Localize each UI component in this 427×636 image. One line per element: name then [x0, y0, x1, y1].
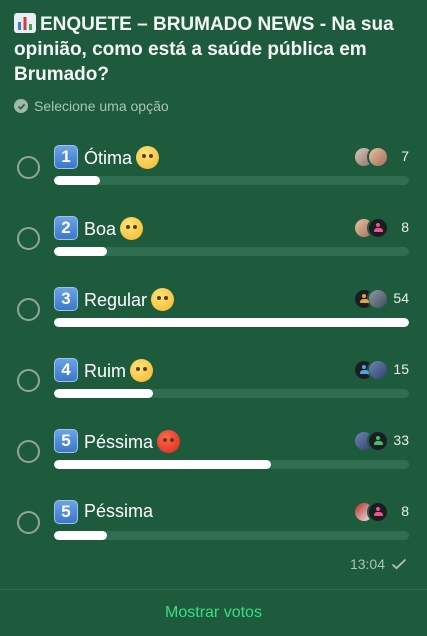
- show-votes-button[interactable]: Mostrar votos: [0, 604, 427, 622]
- keycap-4-icon: 4: [54, 358, 78, 382]
- vote-count: 15: [393, 361, 409, 377]
- option-label-text: Regular: [84, 290, 148, 310]
- option-label-text: Ruim: [84, 361, 127, 381]
- check-circle-icon: [14, 99, 28, 113]
- keycap-1-icon: 1: [54, 145, 78, 169]
- vote-bar: [54, 531, 409, 540]
- poll-option-4[interactable]: 4 Ruim 15: [0, 357, 427, 417]
- poll-question-text: ENQUETE – BRUMADO NEWS - Na sua opinião,…: [14, 14, 394, 85]
- poll-hint-text: Selecione uma opção: [34, 98, 169, 114]
- grin-emoji-icon: [120, 217, 144, 240]
- radio-button[interactable]: [17, 156, 40, 179]
- poll-option-3[interactable]: 3 Regular 54: [0, 286, 427, 346]
- option-label-text: Péssima: [84, 432, 154, 452]
- vote-count: 33: [393, 432, 409, 448]
- vote-bar-fill: [54, 460, 271, 469]
- vote-bar: [54, 247, 409, 256]
- avatar: [367, 288, 389, 310]
- voter-avatars[interactable]: [353, 430, 389, 454]
- option-label-text: Péssima: [84, 501, 154, 521]
- avatar: [367, 359, 389, 381]
- radio-button[interactable]: [17, 369, 40, 392]
- option-label: Regular: [84, 288, 175, 311]
- keycap-5-icon: 5: [54, 500, 78, 524]
- vote-count: 8: [401, 219, 409, 235]
- vote-bar: [54, 176, 409, 185]
- keycap-5-icon: 5: [54, 429, 78, 453]
- default-avatar-icon: [367, 501, 389, 523]
- option-label-text: Boa: [84, 219, 117, 239]
- joy-emoji-icon: [136, 146, 160, 169]
- radio-button[interactable]: [17, 227, 40, 250]
- poll-option-6[interactable]: 5 Péssima 8: [0, 499, 427, 559]
- divider: [0, 589, 427, 590]
- vote-count: 7: [401, 148, 409, 164]
- option-label: Ruim: [84, 359, 154, 382]
- radio-button[interactable]: [17, 440, 40, 463]
- option-label: Péssima: [84, 430, 181, 453]
- vote-bar: [54, 318, 409, 327]
- single-check-icon: [391, 558, 407, 570]
- bar-chart-icon: [14, 13, 36, 33]
- voter-avatars[interactable]: [353, 217, 389, 241]
- keycap-2-icon: 2: [54, 216, 78, 240]
- vote-bar-fill: [54, 531, 108, 540]
- vote-count: 54: [393, 290, 409, 306]
- radio-button[interactable]: [17, 298, 40, 321]
- angry-emoji-icon: [157, 430, 181, 453]
- message-timestamp: 13:04: [350, 556, 407, 572]
- vote-bar: [54, 389, 409, 398]
- vote-bar-fill: [54, 389, 154, 398]
- poll-message: ENQUETE – BRUMADO NEWS - Na sua opinião,…: [0, 0, 427, 636]
- option-label: Péssima: [84, 501, 153, 522]
- radio-button[interactable]: [17, 511, 40, 534]
- vote-bar-fill: [54, 176, 101, 185]
- vote-bar-fill: [54, 247, 108, 256]
- persevere-emoji-icon: [130, 359, 154, 382]
- keycap-3-icon: 3: [54, 287, 78, 311]
- poll-option-1[interactable]: 1 Ótima 7: [0, 144, 427, 204]
- option-label-text: Ótima: [84, 148, 133, 168]
- poll-hint: Selecione uma opção: [14, 98, 169, 114]
- default-avatar-icon: [367, 217, 389, 239]
- voter-avatars[interactable]: [353, 146, 389, 170]
- option-label: Boa: [84, 217, 144, 240]
- vote-bar-fill: [54, 318, 409, 327]
- relieved-emoji-icon: [151, 288, 175, 311]
- timestamp-text: 13:04: [349, 556, 385, 572]
- default-avatar-icon: [367, 430, 389, 452]
- option-label: Ótima: [84, 146, 160, 169]
- poll-question: ENQUETE – BRUMADO NEWS - Na sua opinião,…: [14, 12, 414, 87]
- poll-option-5[interactable]: 5 Péssima 33: [0, 428, 427, 488]
- vote-bar: [54, 460, 409, 469]
- voter-avatars[interactable]: [353, 359, 389, 383]
- avatar: [367, 146, 389, 168]
- voter-avatars[interactable]: [353, 501, 389, 525]
- poll-option-2[interactable]: 2 Boa 8: [0, 215, 427, 275]
- voter-avatars[interactable]: [353, 288, 389, 312]
- vote-count: 8: [401, 503, 409, 519]
